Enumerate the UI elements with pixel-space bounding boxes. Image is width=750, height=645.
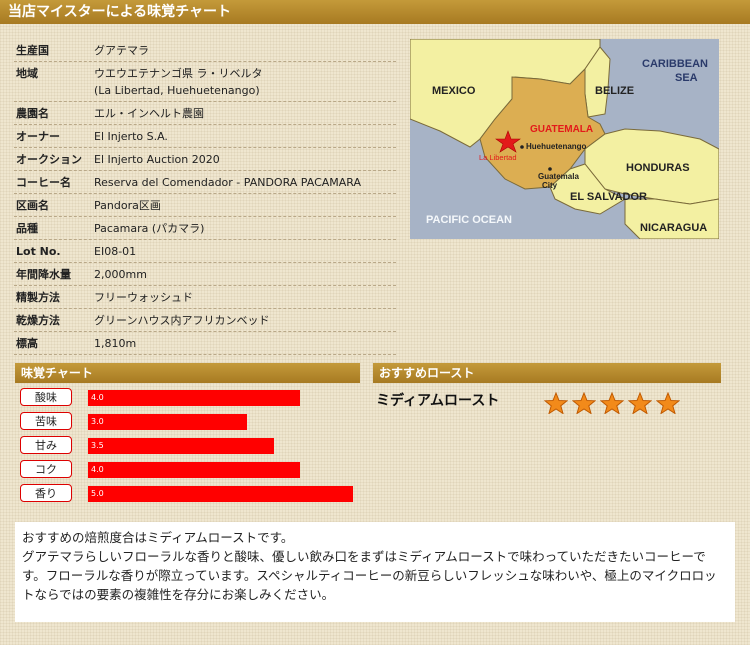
taste-chart-row: 苦味 3.0 (20, 412, 360, 436)
taste-bar-track: 4.0 (88, 462, 353, 478)
spec-label: 年間降水量 (16, 268, 71, 281)
spec-label: 農園名 (16, 107, 49, 120)
spec-value: グアテマラ (94, 43, 149, 57)
map-label-la-libertad: La Libertad (479, 153, 517, 162)
taste-bar-track: 4.0 (88, 390, 353, 406)
map-label-mexico: MEXICO (432, 85, 476, 97)
taste-bar-value-label: 5.0 (91, 489, 104, 498)
huehuetenango-dot (520, 145, 524, 149)
spec-row-owner: オーナー El Injerto S.A. (14, 125, 396, 148)
spec-value: エル・インヘルト農園 (94, 106, 204, 120)
spec-value: El Injerto Auction 2020 (94, 152, 220, 166)
spec-value: 2,000mm (94, 267, 147, 281)
spec-row-drying: 乾燥方法 グリーンハウス内アフリカンベッド (14, 309, 396, 332)
taste-bar-track: 3.0 (88, 414, 353, 430)
spec-value: グリーンハウス内アフリカンベッド (94, 313, 270, 327)
taste-category-label: 香り (20, 484, 72, 502)
map-label-huehuetenango: Huehuetenango (526, 142, 587, 151)
spec-table: 生産国 グアテマラ 地域 ウエウエテナンゴ県 ラ・リベルタ (La Libert… (14, 39, 396, 355)
spec-value: Reserva del Comendador - PANDORA PACAMAR… (94, 175, 362, 189)
spec-row-country: 生産国 グアテマラ (14, 39, 396, 62)
spec-row-farm: 農園名 エル・インヘルト農園 (14, 102, 396, 125)
spec-value: 1,810m (94, 336, 137, 350)
spec-label: 標高 (16, 337, 38, 350)
spec-row-coffee-name: コーヒー名 Reserva del Comendador - PANDORA P… (14, 171, 396, 194)
header-title: 当店マイスターによる味覚チャート (0, 0, 750, 24)
spec-row-auction: オークション El Injerto Auction 2020 (14, 148, 396, 171)
star-icon (572, 392, 596, 414)
map-label-guatemala-city-2: City (542, 181, 558, 190)
spec-row-variety: 品種 Pacamara (パカマラ) (14, 217, 396, 240)
spec-row-region: 地域 ウエウエテナンゴ県 ラ・リベルタ (La Libertad, Huehue… (14, 62, 396, 102)
spec-label: オーナー (16, 130, 60, 143)
spec-value: Pacamara (パカマラ) (94, 221, 205, 235)
spec-value: Pandora区画 (94, 198, 161, 212)
taste-chart-row: 酸味 4.0 (20, 388, 360, 412)
map-label-belize: BELIZE (595, 85, 634, 97)
taste-category-label: 甘み (20, 436, 72, 454)
spec-label: コーヒー名 (16, 176, 71, 189)
taste-category-label: 酸味 (20, 388, 72, 406)
map-label-el-salvador: EL SALVADOR (570, 191, 647, 203)
taste-category-label: 苦味 (20, 412, 72, 430)
taste-chart-row: 香り 5.0 (20, 484, 360, 508)
description-box: おすすめの焙煎度合はミディアムローストです。 グアテマラらしいフローラルな香りと… (15, 522, 735, 622)
spec-row-plot: 区画名 Pandora区画 (14, 194, 396, 217)
spec-value-main: ウエウエテナンゴ県 ラ・リベルタ (94, 67, 263, 80)
spec-label: 地域 (16, 67, 38, 80)
description-line-2: グアテマラらしいフローラルな香りと酸味、優しい飲み口をまずはミディアムローストで… (22, 549, 717, 602)
map-svg: MEXICO CARIBBEAN SEA BELIZE GUATEMALA Hu… (410, 39, 719, 239)
taste-bar: 5.0 (88, 486, 353, 502)
spec-label: 品種 (16, 222, 38, 235)
taste-bar-track: 5.0 (88, 486, 353, 502)
star-icon (544, 392, 568, 414)
map-label-nicaragua: NICARAGUA (640, 222, 707, 234)
spec-row-altitude: 標高 1,810m (14, 332, 396, 355)
star-icon (628, 392, 652, 414)
taste-bar-track: 3.5 (88, 438, 353, 454)
guatemala-map: MEXICO CARIBBEAN SEA BELIZE GUATEMALA Hu… (410, 39, 719, 239)
spec-label: 生産国 (16, 44, 49, 57)
spec-value: ウエウエテナンゴ県 ラ・リベルタ (La Libertad, Huehueten… (94, 65, 396, 99)
taste-bar: 3.5 (88, 438, 274, 454)
taste-chart-row: 甘み 3.5 (20, 436, 360, 460)
spec-value-sub: (La Libertad, Huehuetenango) (94, 84, 260, 97)
spec-value: El Injerto S.A. (94, 129, 168, 143)
spec-label: 区画名 (16, 199, 49, 212)
spec-value: フリーウォッシュド (94, 290, 193, 304)
taste-bar-value-label: 4.0 (91, 393, 104, 402)
roast-section-title: おすすめロースト (373, 363, 721, 383)
taste-chart: 酸味 4.0 苦味 3.0 甘み 3.5 コク 4.0 香り 5.0 (20, 388, 360, 508)
taste-bar: 4.0 (88, 390, 300, 406)
taste-bar: 3.0 (88, 414, 247, 430)
spec-row-rainfall: 年間降水量 2,000mm (14, 263, 396, 286)
guatemala-city-dot (548, 167, 552, 171)
taste-bar-value-label: 3.0 (91, 417, 104, 426)
taste-bar: 4.0 (88, 462, 300, 478)
taste-bar-value-label: 3.5 (91, 441, 104, 450)
spec-row-process: 精製方法 フリーウォッシュド (14, 286, 396, 309)
map-label-honduras: HONDURAS (626, 162, 690, 174)
spec-label: オークション (16, 153, 82, 166)
spec-label: 精製方法 (16, 291, 60, 304)
taste-category-label: コク (20, 460, 72, 478)
spec-label: Lot No. (16, 244, 61, 258)
map-label-guatemala: GUATEMALA (530, 124, 593, 135)
map-label-sea: SEA (675, 72, 698, 84)
recommended-roast: ミディアムロースト (376, 393, 500, 409)
taste-chart-title: 味覚チャート (15, 363, 360, 383)
description-line-1: おすすめの焙煎度合はミディアムローストです。 (22, 530, 294, 545)
star-icon (600, 392, 624, 414)
taste-chart-row: コク 4.0 (20, 460, 360, 484)
spec-row-lot: Lot No. EI08-01 (14, 240, 396, 263)
spec-label: 乾燥方法 (16, 314, 60, 327)
map-label-pacific-ocean: PACIFIC OCEAN (426, 214, 512, 226)
map-label-caribbean: CARIBBEAN (642, 58, 708, 70)
roast-star-rating (544, 392, 684, 414)
star-icon (656, 392, 680, 414)
spec-value: EI08-01 (94, 244, 137, 258)
taste-bar-value-label: 4.0 (91, 465, 104, 474)
map-label-guatemala-city-1: Guatemala (538, 172, 579, 181)
